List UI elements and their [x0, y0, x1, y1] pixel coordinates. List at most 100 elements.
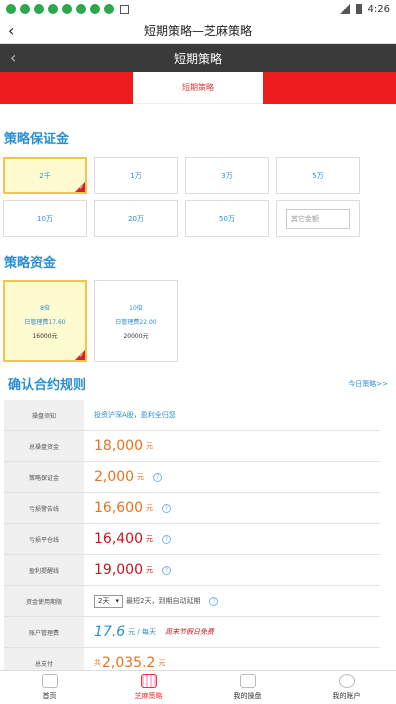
rule-row: 资金使用期限 2天 ▾ 最短2天，到期自动延期 ?: [4, 586, 380, 617]
signal-icon: [339, 4, 350, 14]
margin-option-label: 10万: [37, 214, 53, 223]
rule-row: 盈利提醒线 19,000 元 ?: [4, 555, 380, 586]
rule-label: 策略保证金: [4, 462, 84, 492]
info-icon[interactable]: ?: [162, 534, 171, 544]
rule-unit: 元: [146, 442, 153, 450]
info-icon[interactable]: ?: [153, 472, 163, 482]
rule-value: 18,000: [94, 438, 143, 454]
clock: 4:26: [367, 3, 390, 15]
app-notification-icon: [62, 4, 72, 14]
info-icon[interactable]: ?: [162, 503, 171, 513]
tab-right[interactable]: [263, 72, 396, 104]
margin-option-label: 3万: [221, 171, 233, 180]
promo-text: 周末节假日免费: [164, 628, 214, 636]
app-notification-icon: [76, 4, 86, 14]
nav-label: 首页: [42, 692, 57, 700]
rule-value: 19,000: [94, 562, 143, 578]
margin-option-10k[interactable]: 1万: [94, 157, 178, 194]
fund-card-8x[interactable]: 8倍 日管理费17.60 16000元 ✓: [3, 280, 87, 362]
margin-option-30k[interactable]: 3万: [185, 157, 269, 194]
rule-row: 账户管理费 17.6 元 / 每天 周末节假日免费: [4, 617, 380, 648]
app-notification-icon: [48, 4, 58, 14]
app-notification-icon: [34, 4, 44, 14]
rule-label: 盈利提醒线: [4, 555, 84, 585]
margin-option-label: 50万: [219, 214, 235, 223]
app-notification-icon: [6, 4, 16, 14]
fund-section-title: 策略资金: [4, 256, 57, 271]
margin-option-500k[interactable]: 50万: [185, 200, 269, 237]
font-notification-icon: [120, 4, 129, 14]
home-icon: [41, 674, 58, 688]
rule-value: 16,600: [94, 500, 143, 516]
margin-option-label: 1万: [130, 171, 142, 180]
info-icon[interactable]: ?: [162, 565, 171, 575]
margin-option-label: 2千: [39, 171, 51, 180]
margin-option-50k[interactable]: 5万: [276, 157, 360, 194]
nav-home[interactable]: 首页: [0, 671, 99, 704]
fund-multiple: 10倍: [129, 304, 143, 312]
margin-option-200k[interactable]: 20万: [94, 200, 178, 237]
inner-header: ‹ 短期策略: [0, 44, 396, 72]
fund-daily-fee: 日管理费22.00: [115, 318, 157, 326]
rule-row: 亏损警告线 16,600 元 ?: [4, 493, 380, 524]
nav-my-trading[interactable]: 我的操盘: [198, 671, 297, 704]
other-amount-input[interactable]: 其它金额: [286, 208, 350, 229]
today-strategy-link[interactable]: 今日策略>>: [348, 379, 388, 389]
duration-select-value: 2天: [98, 597, 110, 605]
margin-option-label: 5万: [312, 171, 324, 180]
margin-option-100k[interactable]: 10万: [3, 200, 87, 237]
info-icon[interactable]: ?: [209, 596, 219, 606]
app-notification-icon: [104, 4, 114, 14]
nav-strategy[interactable]: 芝麻策略: [99, 671, 198, 704]
rule-note: 最短2天，到期自动延期: [125, 597, 201, 605]
nav-label: 我的操盘: [233, 692, 262, 700]
trading-icon: [239, 674, 256, 688]
nav-label: 芝麻策略: [134, 692, 163, 700]
rule-row: 亏损平仓线 16,400 元 ?: [4, 524, 380, 555]
rules-table: 操盘须知 投资沪深A股，盈利全归您 总操盘资金 18,000 元 策略保证金 2…: [4, 400, 380, 679]
rule-row: 操盘须知 投资沪深A股，盈利全归您: [4, 400, 380, 431]
page-title: 短期策略: [173, 51, 222, 66]
rule-value: 2,035.2: [102, 655, 156, 671]
rules-header: 确认合约规则 今日策略>>: [8, 374, 388, 393]
rule-label: 资金使用期限: [4, 586, 84, 616]
margin-option-other: 其它金额: [276, 200, 360, 237]
duration-select[interactable]: 2天 ▾: [94, 594, 123, 608]
status-bar: 4:26: [0, 0, 396, 18]
check-icon: ✓: [78, 352, 84, 359]
nav-my-account[interactable]: 我的账户: [297, 671, 396, 704]
app-title: 短期策略—芝麻策略: [143, 24, 252, 38]
rule-label: 亏损平仓线: [4, 524, 84, 554]
app-notification-icon: [20, 4, 30, 14]
inner-back-arrow-icon[interactable]: ‹: [10, 48, 16, 68]
back-arrow-icon[interactable]: ‹: [8, 21, 24, 41]
dropdown-arrow-icon: ▾: [115, 597, 119, 605]
app-notification-icon: [90, 4, 100, 14]
rule-row: 策略保证金 2,000 元 ?: [4, 462, 380, 493]
margin-option-2k[interactable]: 2千 ✓: [3, 157, 87, 194]
chart-icon: [140, 674, 157, 688]
fund-daily-fee: 日管理费17.60: [24, 318, 66, 326]
rule-label: 总操盘资金: [4, 431, 84, 461]
fund-multiple: 8倍: [40, 304, 50, 312]
tab-band: 短期策略: [0, 72, 396, 104]
rule-unit: 元: [146, 535, 153, 543]
rule-row: 总操盘资金 18,000 元: [4, 431, 380, 462]
tab-left[interactable]: [0, 72, 133, 104]
rule-unit: 元: [158, 659, 166, 667]
rule-unit: 元: [137, 473, 145, 481]
rules-title: 确认合约规则: [8, 378, 87, 393]
battery-icon: [355, 4, 362, 14]
rule-text: 投资沪深A股，盈利全归您: [94, 411, 176, 419]
rule-value: 16,400: [94, 531, 143, 547]
fund-amount: 16000元: [32, 332, 58, 340]
rule-value: 2,000: [94, 469, 135, 485]
tab-short-term-strategy[interactable]: 短期策略: [133, 72, 263, 104]
fund-card-10x[interactable]: 10倍 日管理费22.00 20000元: [94, 280, 178, 362]
bottom-nav: 首页 芝麻策略 我的操盘 我的账户: [0, 670, 396, 704]
rule-unit: 元: [146, 504, 153, 512]
rule-unit: 元: [146, 566, 153, 574]
margin-section-title: 策略保证金: [4, 132, 70, 147]
rule-value: 17.6: [94, 624, 126, 640]
rule-prefix: 共: [94, 659, 101, 667]
